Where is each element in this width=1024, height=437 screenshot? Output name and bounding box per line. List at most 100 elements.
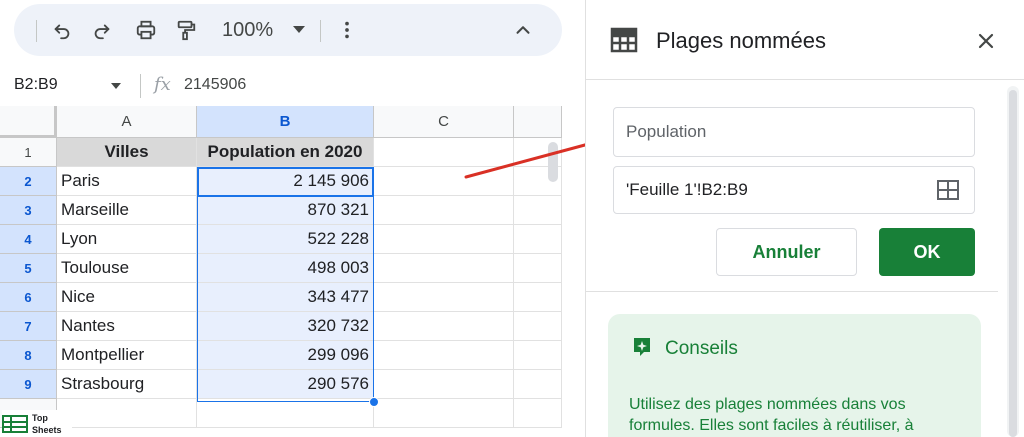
cell-c[interactable] [374,370,514,399]
column-header-d[interactable] [514,106,562,138]
tips-title: Conseils [665,338,738,359]
redo-button[interactable] [88,16,116,44]
select-all-corner[interactable] [0,106,57,138]
undo-icon [54,24,70,40]
fx-icon: fx [154,74,171,95]
close-button[interactable] [972,27,1000,55]
column-header-a[interactable]: A [57,106,197,138]
cancel-button[interactable]: Annuler [716,228,857,276]
cell-d[interactable] [514,370,562,399]
formula-separator [140,74,141,98]
name-box-caret-icon[interactable] [108,78,124,94]
grid-scrollbar[interactable] [548,142,558,182]
cell-population[interactable]: 498 003 [197,254,374,283]
tips-text: Utilisez des plages nommées dans vos for… [629,396,914,434]
logo-text: Top Sheets [32,412,62,436]
cell-c[interactable] [374,254,514,283]
cell-d[interactable] [514,196,562,225]
cell-population[interactable]: 870 321 [197,196,374,225]
cell-d[interactable] [514,225,562,254]
cell-population[interactable]: 320 732 [197,312,374,341]
caret-down-icon [293,26,305,33]
row-header[interactable]: 1 [0,138,57,167]
cell-c[interactable] [374,312,514,341]
panel-scrollbar-thumb[interactable] [1009,90,1017,437]
paint-format-icon [177,20,196,41]
row-header[interactable]: 5 [0,254,57,283]
zoom-dropdown[interactable] [288,16,310,44]
cell-population[interactable]: 343 477 [197,283,374,312]
ok-button[interactable]: OK [879,228,975,276]
logo-line-2: Sheets [32,424,62,435]
cell-population[interactable]: 290 576 [197,370,374,399]
toolbar: 100% [14,4,562,56]
cell-c[interactable] [374,196,514,225]
collapse-toolbar-button[interactable] [509,16,537,44]
cell-city[interactable]: Marseille [57,196,197,225]
row-header[interactable]: 4 [0,225,57,254]
row-header[interactable]: 9 [0,370,57,399]
cell-d[interactable] [514,312,562,341]
print-icon [136,20,156,40]
cell-city[interactable]: Paris [57,167,197,196]
cell-city[interactable]: Lyon [57,225,197,254]
print-button[interactable] [132,16,160,44]
panel-title: Plages nommées [656,28,826,53]
sheets-logo-icon [2,414,28,433]
cell-city[interactable]: Nice [57,283,197,312]
cell-c[interactable] [374,225,514,254]
cell-empty[interactable] [197,399,374,428]
formula-bar: B2:B9 fx 2145906 [0,66,562,106]
top-sheets-logo: Top Sheets [2,410,72,437]
cell-d[interactable] [514,254,562,283]
cell-empty[interactable] [57,399,197,428]
cell-d[interactable] [514,341,562,370]
cell-city[interactable]: Toulouse [57,254,197,283]
row-header[interactable]: 2 [0,167,57,196]
more-vert-icon [345,21,349,39]
cell-city[interactable]: Nantes [57,312,197,341]
toolbar-separator [36,20,37,42]
cell-population[interactable]: 299 096 [197,341,374,370]
name-box[interactable]: B2:B9 [14,76,58,94]
zoom-value: 100% [222,18,274,41]
cell-d[interactable] [514,283,562,312]
cell-population[interactable]: 522 228 [197,225,374,254]
logo-line-1: Top [32,412,48,423]
panel-divider [586,291,998,292]
cell-a1[interactable]: Villes [57,138,197,167]
row-header[interactable]: 7 [0,312,57,341]
cell-b1[interactable]: Population en 2020 [197,138,374,167]
cell-c[interactable] [374,167,514,196]
cell-empty[interactable] [374,399,514,428]
cell-c[interactable] [374,283,514,312]
row-header[interactable]: 6 [0,283,57,312]
more-button[interactable] [333,16,361,44]
cell-empty[interactable] [514,399,562,428]
chevron-up-icon [516,26,530,34]
column-header-b[interactable]: B [197,106,374,138]
toolbar-separator [320,20,321,42]
redo-icon [94,24,110,40]
undo-button[interactable] [48,16,76,44]
spreadsheet-grid: A B C 1 2 3 4 5 6 7 8 9 Villes Populatio… [0,106,562,437]
cell-c1[interactable] [374,138,514,167]
grid-select-icon[interactable] [936,179,960,201]
range-reference-input[interactable]: 'Feuille 1'!B2:B9 [613,166,975,214]
cell-population[interactable]: 2 145 906 [197,167,374,196]
formula-input[interactable]: 2145906 [184,76,246,94]
column-header-c[interactable]: C [374,106,514,138]
panel-header: Plages nommées [586,0,1024,80]
tips-card: Conseils Utilisez des plages nommées dan… [608,314,981,437]
cell-c[interactable] [374,341,514,370]
close-icon [978,33,994,49]
named-ranges-panel: Plages nommées Population 'Feuille 1'!B2… [585,0,1024,437]
paint-format-button[interactable] [172,16,200,44]
cell-city[interactable]: Montpellier [57,341,197,370]
range-name-input[interactable]: Population [613,107,975,157]
cell-city[interactable]: Strasbourg [57,370,197,399]
zoom-select[interactable]: 100% [222,16,273,44]
row-header[interactable]: 3 [0,196,57,225]
fill-handle[interactable] [369,397,379,407]
row-header[interactable]: 8 [0,341,57,370]
